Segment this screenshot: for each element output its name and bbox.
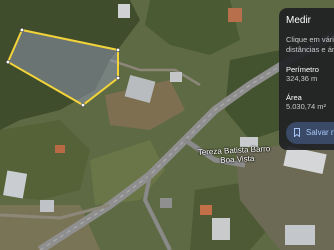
building: [118, 4, 130, 18]
area-label: Área: [286, 92, 302, 102]
road-label: Tereza Batista Barro Boa Vista: [198, 144, 271, 166]
building: [212, 218, 230, 240]
building: [228, 8, 242, 22]
building: [160, 198, 172, 208]
measure-hint-line-2: distâncias e áre: [286, 44, 334, 54]
polygon-vertex[interactable]: [80, 102, 86, 108]
bookmark-icon: [294, 128, 300, 137]
measure-title: Medir: [286, 15, 312, 26]
building: [200, 205, 212, 215]
building: [285, 225, 315, 245]
polygon-vertex[interactable]: [115, 75, 121, 81]
building: [170, 72, 182, 82]
building: [55, 145, 65, 153]
area-value: 5.030,74 m²: [286, 101, 327, 111]
polygon-vertex[interactable]: [115, 47, 121, 53]
polygon-vertex[interactable]: [19, 27, 25, 33]
measure-hint-line-1: Clique em vários: [286, 35, 334, 44]
building: [40, 200, 54, 212]
measure-hint: Clique em vários distâncias e áre: [286, 35, 334, 54]
save-button[interactable]: Salvar no: [286, 122, 334, 144]
perimeter-value: 324,36 m: [286, 74, 318, 83]
building: [3, 170, 28, 199]
perimeter-label: Perímetro: [286, 65, 319, 74]
save-button-label: Salvar no: [306, 128, 334, 137]
polygon-vertex[interactable]: [5, 59, 11, 65]
